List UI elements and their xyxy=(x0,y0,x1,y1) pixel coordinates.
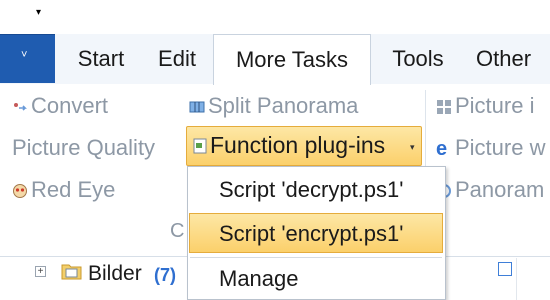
ribbon-group-label: C xyxy=(170,220,185,242)
tab-more-tasks[interactable]: More Tasks xyxy=(213,34,371,85)
red-eye-icon xyxy=(13,184,27,199)
caret-down-icon: ▾ xyxy=(410,142,415,152)
convert-icon xyxy=(14,103,27,111)
red-eye-button[interactable]: Red Eye xyxy=(12,177,115,203)
split-panorama-icon xyxy=(189,101,205,113)
convert-label: Convert xyxy=(31,93,109,118)
red-eye-label: Red Eye xyxy=(31,177,116,202)
app-menu-button[interactable]: ˅ xyxy=(0,34,55,83)
picture-web-label: Picture w xyxy=(455,135,546,160)
menu-item-script-decrypt[interactable]: Script 'decrypt.ps1' xyxy=(188,170,445,210)
content-panel-edge xyxy=(516,258,550,300)
folder-icon xyxy=(61,264,82,280)
panorama-label: Panoram xyxy=(455,177,545,202)
picture-grid-icon xyxy=(437,100,451,115)
chevron-down-icon: ˅ xyxy=(21,49,28,61)
panorama-button[interactable]: Panoram xyxy=(436,177,544,203)
menu-item-manage[interactable]: Manage xyxy=(188,259,445,299)
plugin-document-icon xyxy=(193,138,207,154)
quick-access-toolbar xyxy=(0,0,550,34)
function-plugins-label: Function plug-ins xyxy=(210,132,386,158)
tab-edit[interactable]: Edit xyxy=(143,34,211,84)
convert-button[interactable]: Convert xyxy=(12,93,108,119)
menu-separator xyxy=(190,257,442,258)
tab-tools[interactable]: Tools xyxy=(378,34,458,84)
split-panorama-button[interactable]: Split Panorama xyxy=(189,93,358,119)
picture-quality-button[interactable]: Picture Quality xyxy=(12,135,155,161)
browser-e-icon: e xyxy=(436,138,448,161)
tree-expand-icon[interactable]: + xyxy=(35,266,46,277)
picture-info-label: Picture i xyxy=(455,93,535,118)
tree-folder-label[interactable]: Bilder xyxy=(88,262,142,286)
tab-start[interactable]: Start xyxy=(62,34,140,84)
tree-folder-count: (7) xyxy=(154,265,176,285)
item-checkbox[interactable] xyxy=(498,262,512,276)
menu-item-script-encrypt[interactable]: Script 'encrypt.ps1' xyxy=(189,213,443,253)
split-panorama-label: Split Panorama xyxy=(208,93,359,118)
picture-web-button[interactable]: e Picture w xyxy=(436,135,545,161)
quick-access-dropdown-icon[interactable]: ▾ xyxy=(36,8,41,18)
picture-info-button[interactable]: Picture i xyxy=(436,93,534,119)
tab-other[interactable]: Other xyxy=(466,34,550,84)
picture-quality-label: Picture Quality xyxy=(12,135,156,160)
